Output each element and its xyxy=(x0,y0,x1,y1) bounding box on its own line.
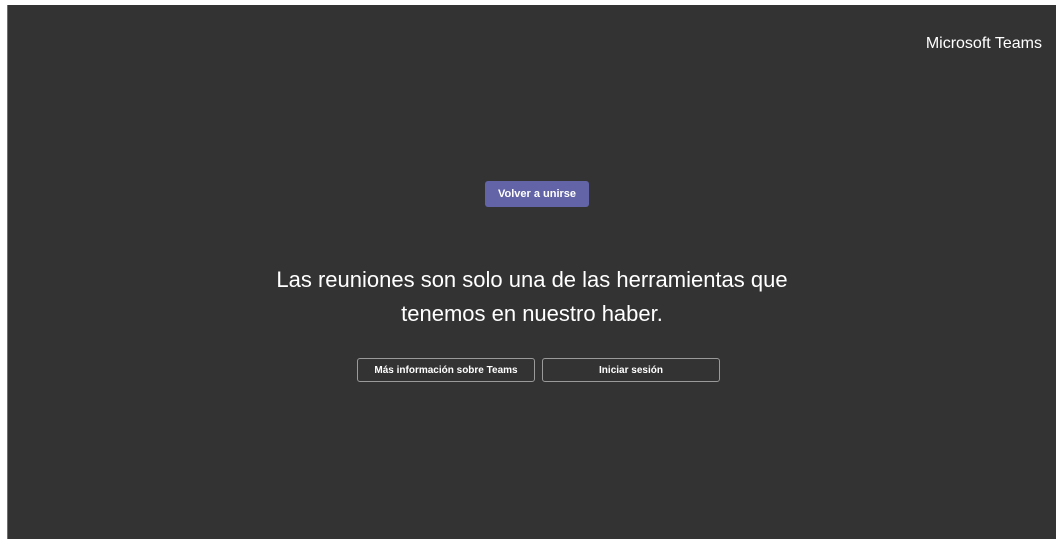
promo-message: Las reuniones son solo una de las herram… xyxy=(182,263,882,331)
brand-title: Microsoft Teams xyxy=(925,35,1042,52)
promo-message-line-1: Las reuniones son solo una de las herram… xyxy=(276,267,788,292)
promo-message-line-2: tenemos en nuestro haber. xyxy=(401,301,663,326)
meeting-ended-screen: Microsoft Teams Volver a unirse Las reun… xyxy=(7,5,1056,539)
sign-in-button[interactable]: Iniciar sesión xyxy=(542,358,720,382)
rejoin-button[interactable]: Volver a unirse xyxy=(485,181,589,207)
learn-more-button[interactable]: Más información sobre Teams xyxy=(357,358,535,382)
